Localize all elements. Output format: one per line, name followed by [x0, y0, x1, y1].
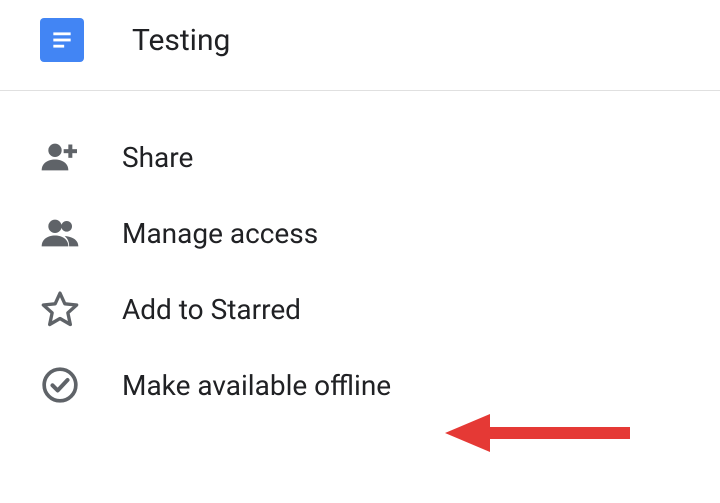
person-add-icon — [38, 135, 82, 179]
document-header: Testing — [0, 0, 720, 91]
offline-check-icon — [38, 363, 82, 407]
google-doc-icon — [40, 18, 84, 62]
people-icon — [38, 211, 82, 255]
context-menu: Share Manage access Add to Starred — [0, 91, 720, 423]
menu-item-add-to-starred[interactable]: Add to Starred — [0, 271, 720, 347]
menu-item-label: Manage access — [122, 217, 318, 250]
doc-lines-icon — [49, 27, 75, 53]
menu-item-label: Make available offline — [122, 369, 391, 402]
menu-item-label: Share — [122, 141, 193, 174]
menu-item-make-available-offline[interactable]: Make available offline — [0, 347, 720, 423]
menu-item-manage-access[interactable]: Manage access — [0, 195, 720, 271]
document-title: Testing — [132, 23, 230, 58]
menu-item-share[interactable]: Share — [0, 119, 720, 195]
star-outline-icon — [38, 287, 82, 331]
menu-item-label: Add to Starred — [122, 293, 301, 326]
